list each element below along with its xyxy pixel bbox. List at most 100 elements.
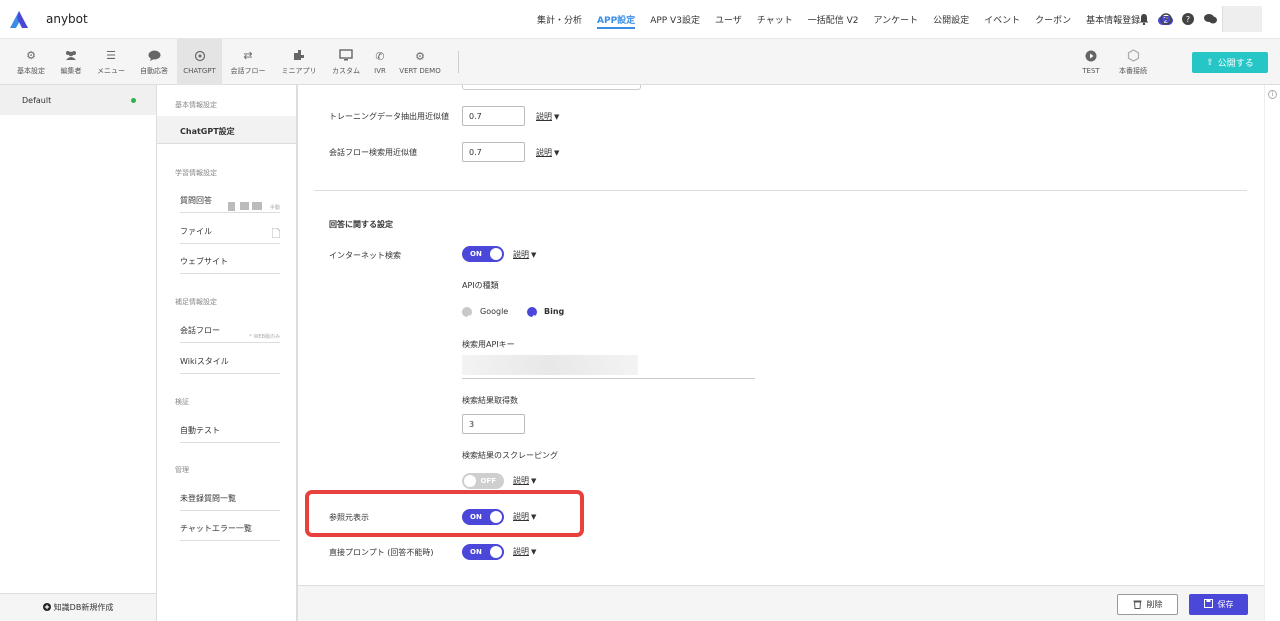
- menu-item-chat-errors[interactable]: チャットエラー一覧: [180, 513, 280, 541]
- caret-down-icon: ▼: [554, 149, 560, 157]
- tool-label: 会話フロー: [230, 67, 266, 75]
- speech-bubble-icon: [147, 48, 161, 62]
- explain-toggle[interactable]: 説明 ▼: [536, 111, 559, 122]
- direct-prompt-toggle[interactable]: ON: [462, 544, 504, 560]
- tool-label: 自動応答: [140, 67, 168, 75]
- caret-down-icon: ▼: [531, 251, 537, 259]
- api-key-label: 検索用APIキー: [462, 340, 515, 349]
- tool-vert-demo[interactable]: ⚙ VERT DEMO: [399, 39, 441, 85]
- top-icons: ?: [1137, 12, 1217, 26]
- menu-item-wiki-style[interactable]: Wikiスタイル: [180, 346, 280, 374]
- training-threshold-input[interactable]: 0.7: [462, 106, 525, 126]
- scraping-label: 検索結果のスクレーピング: [462, 451, 558, 460]
- section-header-manage: 管理: [175, 466, 189, 474]
- nav-users[interactable]: ユーザ: [715, 13, 742, 29]
- toolbar-divider: [458, 51, 459, 73]
- previous-field[interactable]: [462, 85, 641, 90]
- tool-label: CHATGPT: [183, 67, 216, 75]
- nav-chat[interactable]: チャット: [757, 13, 793, 29]
- explain-toggle[interactable]: 説明 ▼: [536, 147, 559, 158]
- result-count-input[interactable]: 3: [462, 414, 525, 434]
- internet-search-label: インターネット検索: [329, 251, 401, 260]
- menu-item-auto-test[interactable]: 自動テスト: [180, 415, 280, 443]
- bell-icon[interactable]: [1137, 12, 1151, 26]
- menu-item-unregistered-questions[interactable]: 未登録質問一覧: [180, 483, 280, 511]
- menu-item-conversation-flow[interactable]: 会話フロー * WEB版のみ: [180, 315, 280, 343]
- publish-button[interactable]: ⇪ 公開する: [1192, 52, 1268, 73]
- scraping-toggle[interactable]: OFF: [462, 473, 504, 489]
- delete-button[interactable]: 削除: [1117, 594, 1178, 615]
- caret-down-icon: ▼: [531, 548, 537, 556]
- nav-analytics[interactable]: 集計・分析: [537, 13, 582, 29]
- anybot-logo-icon[interactable]: [10, 11, 28, 28]
- menu-item-file[interactable]: ファイル: [180, 216, 281, 244]
- result-count-label: 検索結果取得数: [462, 396, 518, 405]
- explain-toggle[interactable]: 説明 ▼: [513, 249, 536, 260]
- phone-icon: ✆: [375, 49, 385, 63]
- right-scroll-rail[interactable]: [1264, 85, 1280, 621]
- delete-label: 削除: [1146, 600, 1163, 609]
- training-threshold-label: トレーニングデータ抽出用近似値: [329, 112, 449, 121]
- section-header-verify: 検証: [175, 398, 189, 406]
- explain-toggle[interactable]: 説明 ▼: [513, 475, 536, 486]
- highlight-annotation: [305, 490, 584, 537]
- save-label: 保存: [1217, 600, 1234, 609]
- explain-label: 説明: [513, 547, 529, 556]
- tool-chatgpt[interactable]: CHATGPT: [177, 39, 222, 85]
- tool-mini-app[interactable]: ミニアプリ: [280, 39, 318, 85]
- db-item-label: Default: [22, 96, 52, 105]
- flow-threshold-label: 会話フロー検索用近似値: [329, 148, 417, 157]
- user-avatar[interactable]: [1222, 6, 1262, 32]
- radio-bing-checked[interactable]: [527, 307, 537, 320]
- clock-icon[interactable]: [1159, 12, 1173, 26]
- nav-publish-settings[interactable]: 公開設定: [933, 13, 969, 29]
- caret-down-icon: ▼: [531, 477, 537, 485]
- tool-conversation-flow[interactable]: ⇄ 会話フロー: [228, 39, 268, 85]
- openai-icon: [193, 49, 207, 63]
- explain-toggle[interactable]: 説明 ▼: [513, 546, 536, 557]
- help-icon[interactable]: ?: [1181, 12, 1195, 26]
- nav-app-settings[interactable]: APP設定: [597, 13, 636, 29]
- save-button[interactable]: 保存: [1189, 594, 1248, 615]
- tool-editors[interactable]: 編集者: [54, 39, 88, 85]
- api-google-label[interactable]: Google: [480, 307, 508, 316]
- nav-events[interactable]: イベント: [984, 13, 1020, 29]
- tool-auto-response[interactable]: 自動応答: [136, 39, 172, 85]
- tool-production-connect[interactable]: 本番接続: [1116, 39, 1150, 85]
- new-knowledge-db-button[interactable]: 知識DB新規作成: [0, 593, 156, 621]
- nav-survey[interactable]: アンケート: [873, 13, 918, 29]
- knowledge-db-list: Default 知識DB新規作成: [0, 85, 157, 621]
- tool-test[interactable]: TEST: [1081, 39, 1101, 85]
- menu-item-qa[interactable]: 質問回答 手動: [180, 185, 280, 213]
- action-footer: 削除 保存: [297, 585, 1264, 621]
- gear-icon: ⚙: [26, 48, 36, 62]
- direct-prompt-label: 直接プロンプト (回答不能時): [329, 548, 434, 557]
- chat-bubbles-icon[interactable]: [1203, 12, 1217, 26]
- api-key-input[interactable]: [462, 355, 755, 379]
- radio-google[interactable]: [462, 307, 472, 320]
- floppy-disk-icon: [1203, 599, 1213, 610]
- play-icon: [1084, 49, 1098, 63]
- api-bing-label[interactable]: Bing: [544, 307, 564, 316]
- tool-label: 基本設定: [17, 67, 45, 75]
- tool-basic-settings[interactable]: ⚙ 基本設定: [12, 39, 50, 85]
- flow-threshold-input[interactable]: 0.7: [462, 142, 525, 162]
- toggle-state: ON: [470, 250, 482, 258]
- tool-ivr[interactable]: ✆ IVR: [370, 39, 390, 85]
- internet-search-toggle[interactable]: ON: [462, 246, 504, 262]
- tool-custom[interactable]: カスタム: [329, 39, 363, 85]
- tool-label: 編集者: [60, 67, 82, 75]
- shuffle-icon: ⇄: [243, 48, 253, 62]
- tool-menu[interactable]: ☰ メニュー: [94, 39, 128, 85]
- qa-manual-label: 手動: [269, 205, 280, 211]
- tool-label: メニュー: [97, 67, 125, 75]
- tool-label: IVR: [374, 67, 386, 75]
- nav-bulk-delivery[interactable]: 一括配信 V2: [808, 13, 859, 29]
- menu-item-website[interactable]: ウェブサイト: [180, 246, 280, 274]
- users-icon: [64, 48, 78, 62]
- nav-app-v3-settings[interactable]: APP V3設定: [650, 13, 700, 29]
- info-icon[interactable]: i: [1268, 90, 1277, 99]
- menu-item-chatgpt-settings[interactable]: ChatGPT設定: [157, 116, 296, 144]
- nav-basic-info-label: 基本情報登録: [1086, 16, 1141, 26]
- nav-coupons[interactable]: クーポン: [1035, 13, 1071, 29]
